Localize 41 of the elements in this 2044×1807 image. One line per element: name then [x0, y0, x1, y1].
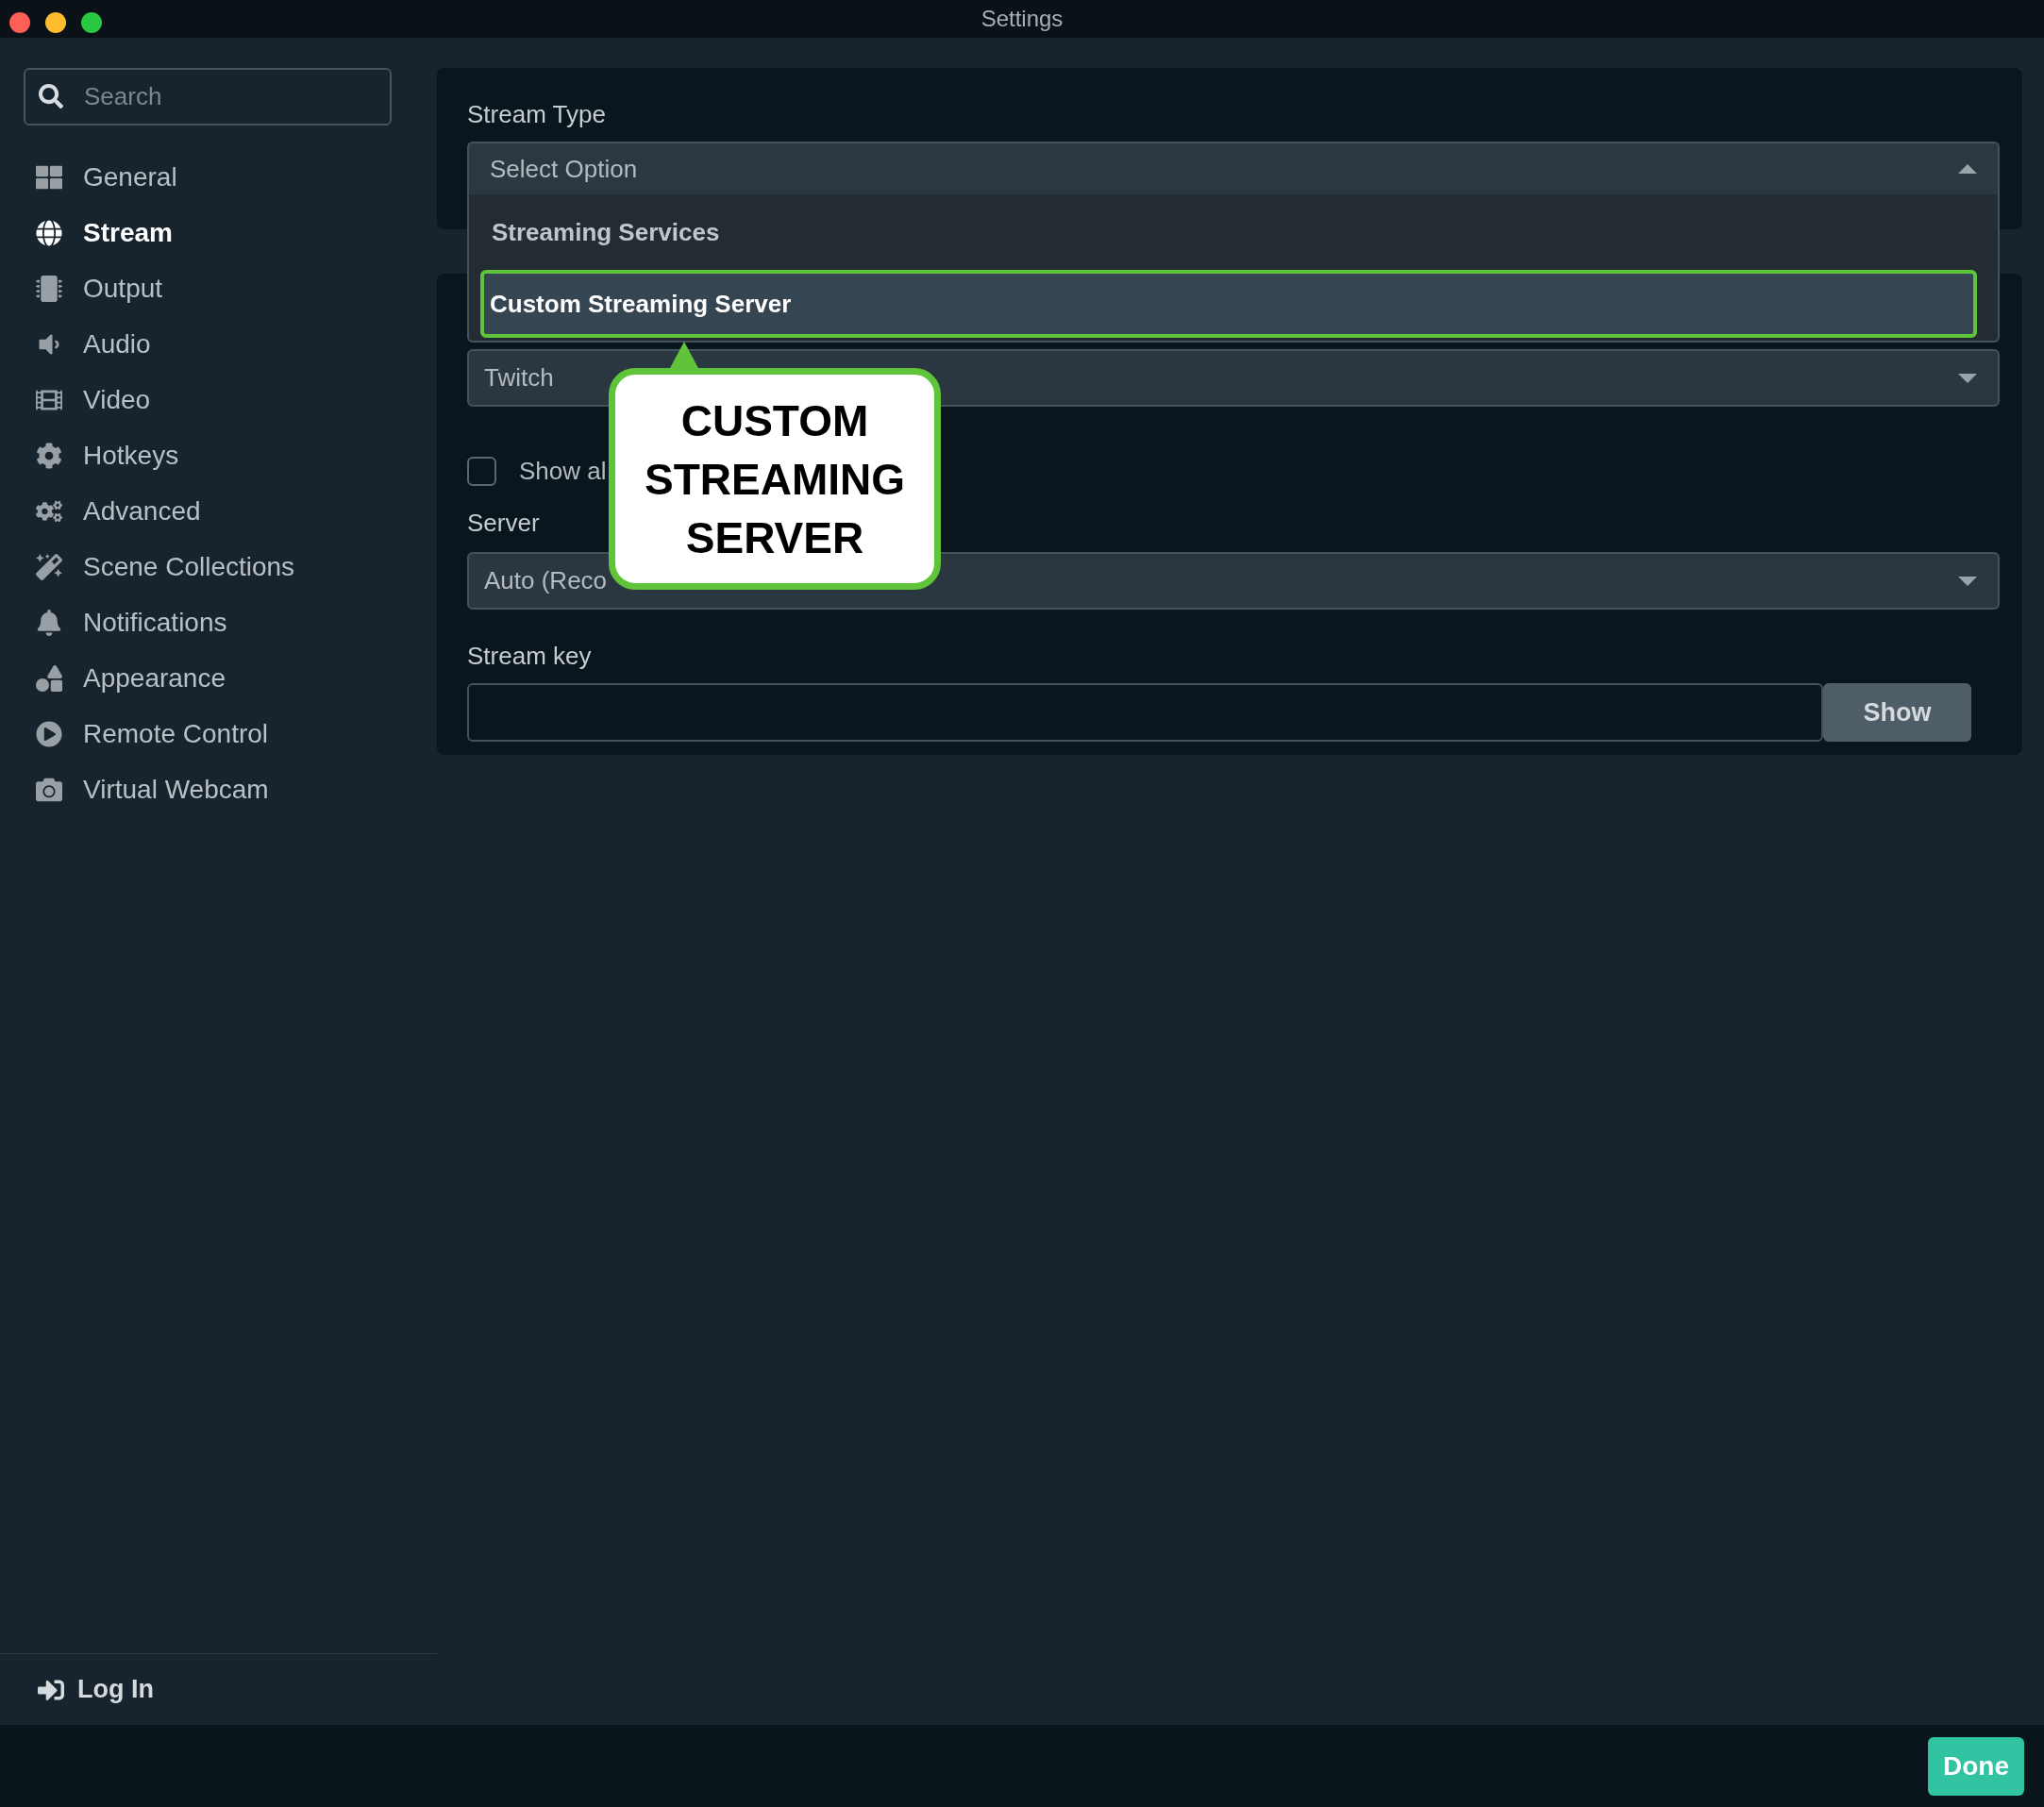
field-label: Stream key [467, 641, 592, 672]
sidebar-item[interactable]: Stream [24, 205, 413, 260]
shapes-icon [36, 664, 62, 692]
login-link[interactable]: Log In [38, 1670, 154, 1709]
sidebar-item[interactable]: Remote Control [24, 706, 413, 761]
sidebar-item[interactable]: Audio [24, 316, 413, 372]
search-icon [39, 84, 63, 109]
checkbox[interactable] [467, 456, 496, 486]
sidebar-item[interactable]: Appearance [24, 650, 413, 706]
minimize-icon[interactable] [45, 12, 66, 33]
close-icon[interactable] [9, 12, 30, 33]
sidebar-item[interactable]: Video [24, 372, 413, 427]
sidebar-item[interactable]: Output [24, 260, 413, 316]
sidebar-item[interactable]: Scene Collections [24, 539, 413, 594]
play-icon [36, 720, 62, 747]
sidebar-item[interactable]: Virtual Webcam [24, 761, 413, 817]
field-label: Stream Type [467, 99, 606, 130]
field-label: Server [467, 508, 540, 539]
show-button[interactable]: Show [1823, 683, 1971, 742]
caret-down-icon [1958, 576, 1977, 586]
sidebar-item[interactable]: General [24, 149, 413, 205]
select-field[interactable]: Select Option [467, 142, 2000, 194]
checkbox-label: Show al [519, 455, 607, 487]
globe-icon [36, 219, 62, 246]
stream-key-field[interactable] [467, 683, 1823, 742]
wand-icon [36, 553, 62, 580]
caret-down-icon [1958, 373, 1977, 383]
window-title: Settings [980, 5, 1064, 33]
camera-icon [36, 776, 62, 803]
search-field[interactable]: Search [24, 68, 392, 125]
zoom-icon[interactable] [81, 12, 102, 33]
sidebar-item[interactable]: Advanced [24, 483, 413, 539]
sidebar-item[interactable]: Notifications [24, 594, 413, 650]
sidebar-item[interactable]: Hotkeys [24, 427, 413, 483]
caret-up-icon [1958, 164, 1977, 174]
menu-group-header: Streaming Services [491, 216, 721, 248]
grid-icon [36, 163, 62, 191]
menu-option[interactable]: Custom Streaming Server [480, 270, 1977, 338]
gear-icon [36, 442, 62, 469]
bell-icon [36, 609, 62, 636]
chip-icon [36, 275, 62, 302]
